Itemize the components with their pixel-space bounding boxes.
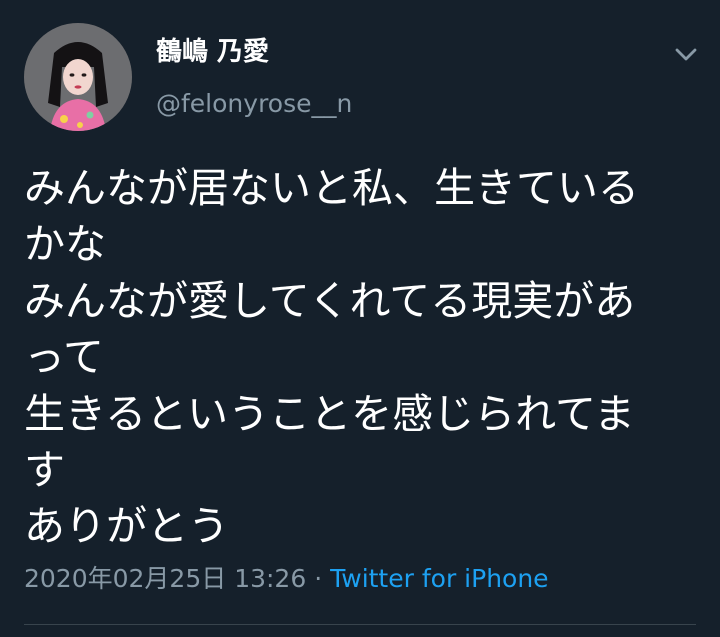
meta-separator: · (314, 564, 323, 593)
avatar-image (24, 23, 132, 131)
tweet-text-line: かな (24, 220, 106, 269)
tweet-text: みんなが居ないと私、生きている かな みんなが愛してくれてる現実があ って 生き… (24, 160, 696, 555)
avatar[interactable] (24, 23, 132, 131)
tweet-text-line: 生きるということを感じられてま (24, 389, 635, 438)
author-display-name[interactable]: 鶴嶋 乃愛 (156, 34, 269, 70)
tweet-text-line: みんなが居ないと私、生きている (24, 164, 639, 212)
tweet-text-line: みんなが愛してくれてる現実があ (24, 276, 636, 325)
divider (24, 624, 696, 625)
tweet-text-line: って (24, 333, 104, 382)
chevron-down-icon[interactable] (668, 36, 704, 72)
tweet: 鶴嶋 乃愛 @felonyrose__n みんなが居ないと私、生きている かな … (0, 0, 720, 637)
tweet-timestamp[interactable]: 2020年02月25日 13:26 (24, 564, 306, 593)
author-handle[interactable]: @felonyrose__n (156, 87, 352, 121)
tweet-meta: 2020年02月25日 13:26 · Twitter for iPhone (24, 561, 549, 597)
tweet-text-line: す (24, 446, 65, 495)
tweet-text-line: ありがとう (24, 502, 229, 551)
tweet-source-link[interactable]: Twitter for iPhone (330, 564, 548, 593)
